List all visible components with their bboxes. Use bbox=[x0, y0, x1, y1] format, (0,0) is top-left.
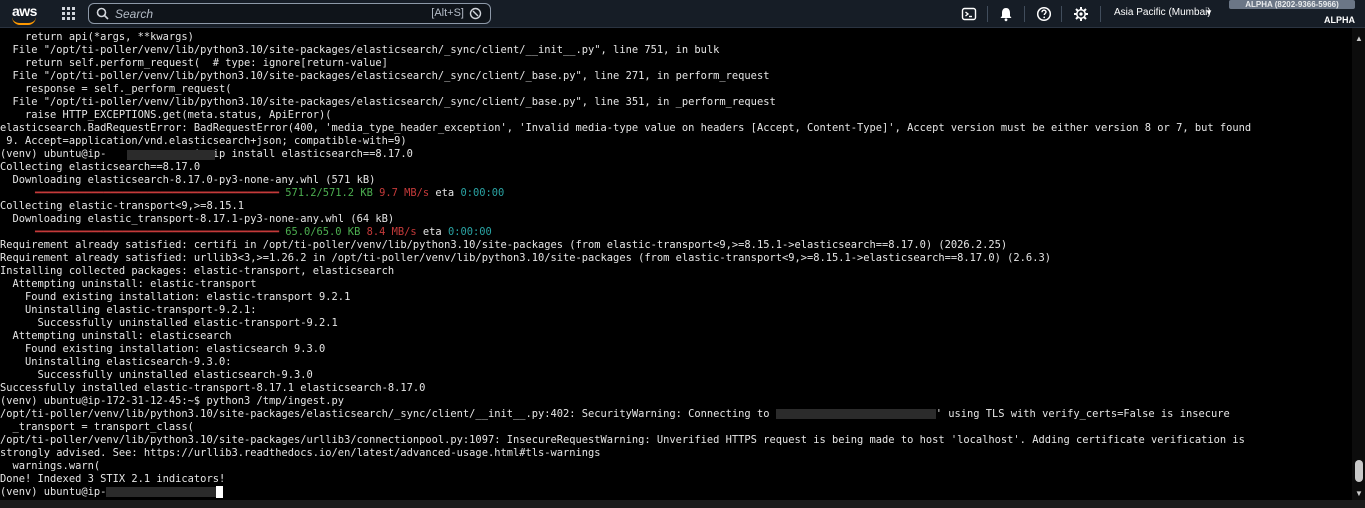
progress-eta-label: eta bbox=[435, 187, 455, 199]
header-divider bbox=[1024, 6, 1025, 22]
security-warning-suffix: ' using TLS with verify_certs=False is i… bbox=[935, 408, 1230, 420]
terminal-line: response = self._perform_request( bbox=[0, 83, 232, 95]
header-divider bbox=[1100, 6, 1101, 22]
search-clear-icon[interactable] bbox=[469, 7, 482, 20]
terminal-line: 9. Accept=application/vnd.elasticsearch+… bbox=[0, 135, 407, 147]
terminal-prompt-line[interactable]: (venv) ubuntu@ip- bbox=[0, 486, 224, 499]
terminal-line: _transport = transport_class( bbox=[0, 421, 194, 433]
redacted-hostname bbox=[127, 150, 215, 160]
redacted-host bbox=[775, 409, 936, 419]
terminal-line: Downloading elasticsearch-8.17.0-py3-non… bbox=[0, 174, 376, 186]
terminal-line: elasticsearch.BadRequestError: BadReques… bbox=[0, 122, 1252, 134]
caret-down-icon[interactable]: ▼ bbox=[1205, 8, 1213, 17]
progress-bar: ━━━━━━━━━━━━━━━━━━━━━━━━━━━━━━━━━━━━━━━ bbox=[35, 226, 279, 238]
terminal-line: return api(*args, **kwargs) bbox=[0, 31, 194, 43]
terminal-line: Successfully installed elastic-transport… bbox=[0, 382, 426, 394]
scroll-down-icon[interactable]: ▼ bbox=[1355, 489, 1363, 498]
progress-size: 571.2/571.2 KB bbox=[285, 187, 373, 199]
grid-icon[interactable] bbox=[62, 7, 75, 20]
terminal-line: File "/opt/ti-poller/venv/lib/python3.10… bbox=[0, 70, 770, 82]
terminal-line: (venv) ubuntu@ip-172-31-12-45:~$ python3… bbox=[0, 395, 345, 407]
terminal-line: Found existing installation: elasticsear… bbox=[0, 343, 326, 355]
bell-icon[interactable] bbox=[998, 6, 1014, 22]
search-box[interactable]: Search [Alt+S] bbox=[88, 3, 491, 24]
search-input[interactable]: Search bbox=[115, 7, 153, 21]
terminal-line: Found existing installation: elastic-tra… bbox=[0, 291, 351, 303]
progress-speed: 9.7 MB/s bbox=[379, 187, 430, 199]
security-warning-line: /opt/ti-poller/venv/lib/python3.10/site-… bbox=[0, 408, 1230, 421]
search-shortcut-hint: [Alt+S] bbox=[431, 7, 464, 19]
terminal-line: File "/opt/ti-poller/venv/lib/python3.10… bbox=[0, 44, 720, 56]
account-badge[interactable]: ALPHA (8202-9366-5966) bbox=[1229, 0, 1355, 9]
gear-icon[interactable] bbox=[1073, 6, 1089, 22]
terminal-scrollbar[interactable]: ▲ ▼ bbox=[1352, 28, 1365, 500]
progress-eta: 0:00:00 bbox=[460, 187, 505, 199]
terminal[interactable]: return api(*args, **kwargs) File "/opt/t… bbox=[0, 28, 1352, 500]
pip-progress-line: ━━━━━━━━━━━━━━━━━━━━━━━━━━━━━━━━━━━━━━━ … bbox=[35, 187, 504, 200]
region-selector[interactable]: Asia Pacific (Mumbai) bbox=[1114, 7, 1211, 18]
terminal-line: Attempting uninstall: elastic-transport bbox=[0, 278, 257, 290]
help-icon[interactable] bbox=[1036, 6, 1052, 22]
pip-progress-line: ━━━━━━━━━━━━━━━━━━━━━━━━━━━━━━━━━━━━━━━ … bbox=[35, 226, 492, 239]
scrollbar-thumb[interactable] bbox=[1355, 460, 1363, 482]
terminal-line: Uninstalling elastic-transport-9.2.1: bbox=[0, 304, 257, 316]
terminal-line: /opt/ti-poller/venv/lib/python3.10/site-… bbox=[0, 434, 1245, 446]
header-divider bbox=[1061, 6, 1062, 22]
terminal-line: strongly advised. See: https://urllib3.r… bbox=[0, 447, 601, 459]
terminal-line: Successfully uninstalled elastic-transpo… bbox=[0, 317, 338, 329]
redacted-hostname bbox=[106, 487, 217, 497]
progress-eta-label: eta bbox=[422, 226, 442, 238]
terminal-line: warnings.warn( bbox=[0, 460, 101, 472]
aws-logo-smile bbox=[12, 17, 36, 25]
terminal-line: Done! Indexed 3 STIX 2.1 indicators! bbox=[0, 473, 226, 485]
terminal-line: Requirement already satisfied: certifi i… bbox=[0, 239, 1008, 251]
header-divider bbox=[987, 6, 988, 22]
terminal-line: raise HTTP_EXCEPTIONS.get(meta.status, A… bbox=[0, 109, 332, 121]
aws-console-header: aws Search [Alt+S] Asia Pacific (Mumbai)… bbox=[0, 0, 1365, 28]
search-icon bbox=[96, 7, 109, 20]
terminal-line: File "/opt/ti-poller/venv/lib/python3.10… bbox=[0, 96, 776, 108]
progress-eta: 0:00:00 bbox=[447, 226, 492, 238]
scroll-up-icon[interactable]: ▲ bbox=[1355, 34, 1363, 43]
terminal-cursor bbox=[216, 486, 224, 498]
terminal-line: Installing collected packages: elastic-t… bbox=[0, 265, 395, 277]
bottom-bar bbox=[0, 500, 1365, 508]
terminal-line: Attempting uninstall: elasticsearch bbox=[0, 330, 232, 342]
terminal-line: Downloading elastic_transport-8.17.1-py3… bbox=[0, 213, 395, 225]
terminal-line: Uninstalling elasticsearch-9.3.0: bbox=[0, 356, 232, 368]
terminal-line: Collecting elasticsearch==8.17.0 bbox=[0, 161, 201, 173]
progress-size: 65.0/65.0 KB bbox=[285, 226, 361, 238]
terminal-line: Successfully uninstalled elasticsearch-9… bbox=[0, 369, 313, 381]
security-warning-prefix: /opt/ti-poller/venv/lib/python3.10/site-… bbox=[0, 408, 776, 420]
progress-speed: 8.4 MB/s bbox=[366, 226, 417, 238]
progress-bar: ━━━━━━━━━━━━━━━━━━━━━━━━━━━━━━━━━━━━━━━ bbox=[35, 187, 279, 199]
terminal-prompt: (venv) ubuntu@ip- bbox=[0, 486, 107, 498]
terminal-line: Collecting elastic-transport<9,>=8.15.1 bbox=[0, 200, 244, 212]
cloudshell-icon[interactable] bbox=[961, 6, 977, 22]
terminal-line: Requirement already satisfied: urllib3<3… bbox=[0, 252, 1051, 264]
account-label: ALPHA bbox=[1324, 15, 1355, 25]
terminal-line: return self.perform_request( # type: ign… bbox=[0, 57, 388, 69]
